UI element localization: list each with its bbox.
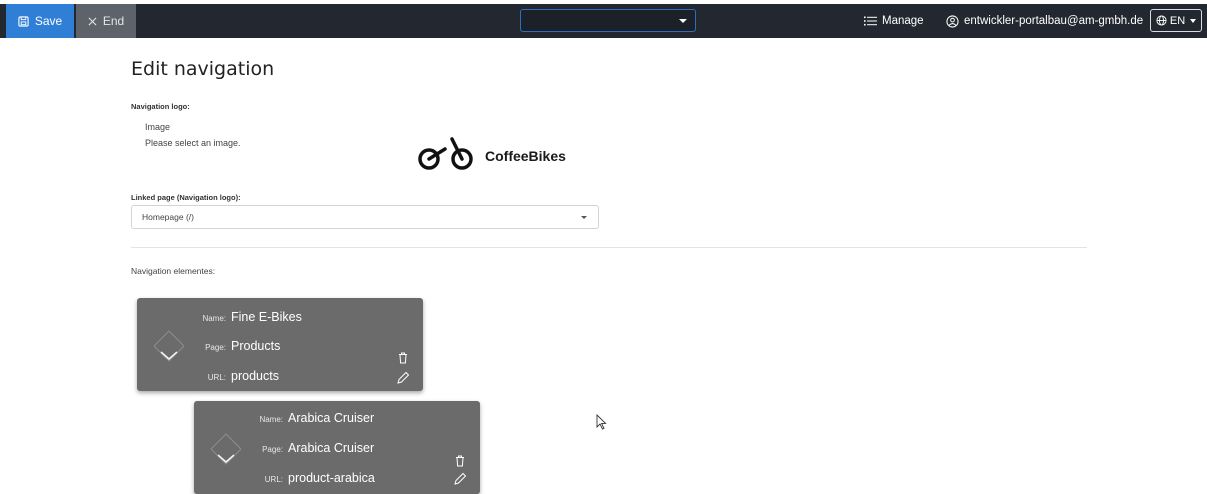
nav-name-value: Arabica Cruiser — [288, 411, 375, 425]
nav-element-card[interactable]: Name: Arabica Cruiser Page: Arabica Crui… — [194, 401, 480, 494]
end-button[interactable]: End — [76, 4, 136, 38]
language-select[interactable]: EN — [1150, 9, 1202, 32]
trash-icon[interactable] — [455, 455, 465, 467]
page-key: Page: — [262, 445, 283, 454]
user-menu[interactable]: entwickler-portalbau@am-gmbh.de — [946, 4, 1143, 38]
save-icon — [18, 15, 29, 27]
drag-handle-icon[interactable] — [151, 328, 187, 364]
page-select-dropdown[interactable] — [520, 9, 696, 32]
url-key: URL: — [207, 373, 226, 382]
logo-text: CoffeeBikes — [485, 148, 566, 164]
save-label: Save — [34, 14, 63, 28]
page-title: Edit navigation — [131, 58, 275, 80]
nav-name-value: Fine E-Bikes — [231, 310, 302, 324]
nav-element-card[interactable]: Name: Fine E-Bikes Page: Products URL: p… — [137, 298, 423, 391]
section-divider — [131, 247, 1087, 248]
linked-page-label: Linked page (Navigation logo): — [131, 193, 241, 202]
globe-icon — [1156, 15, 1167, 26]
navigation-logo-label: Navigation logo: — [131, 102, 190, 111]
chevron-down-icon — [1190, 18, 1197, 23]
user-icon — [946, 14, 959, 28]
nav-url-row: URL: products — [201, 369, 279, 383]
linked-page-select[interactable]: Homepage (/) — [131, 205, 599, 229]
image-label: Image — [145, 122, 171, 132]
nav-url-row: URL: product-arabica — [258, 471, 375, 485]
end-label: End — [102, 14, 125, 28]
nav-page-value: Products — [231, 339, 281, 353]
navigation-logo[interactable]: CoffeeBikes — [417, 136, 566, 172]
bicycle-logo-icon — [418, 137, 473, 170]
nav-url-value: products — [231, 369, 279, 383]
image-hint[interactable]: Please select an image. — [145, 138, 241, 148]
close-icon — [88, 17, 97, 25]
save-button[interactable]: Save — [6, 4, 74, 38]
manage-button[interactable]: Manage — [864, 4, 924, 38]
navigation-elements-label: Navigation elementes: — [131, 266, 216, 276]
nav-url-value: product-arabica — [288, 471, 375, 485]
pencil-icon[interactable] — [396, 371, 410, 385]
nav-page-value: Arabica Cruiser — [288, 441, 375, 455]
drag-handle-icon[interactable] — [208, 431, 244, 467]
list-icon — [864, 16, 877, 26]
language-label: EN — [1169, 14, 1186, 27]
page-key: Page: — [205, 343, 226, 352]
top-toolbar: Save End Manage entwickler-portalbau@am-… — [0, 4, 1207, 38]
nav-page-row: Page: Arabica Cruiser — [258, 441, 374, 455]
name-key: Name: — [202, 314, 226, 323]
user-email: entwickler-portalbau@am-gmbh.de — [964, 15, 1144, 27]
nav-page-row: Page: Products — [201, 339, 280, 353]
name-key: Name: — [259, 415, 283, 424]
url-key: URL: — [264, 475, 283, 484]
nav-name-row: Name: Fine E-Bikes — [201, 310, 302, 324]
pencil-icon[interactable] — [453, 472, 467, 486]
chevron-down-icon — [679, 19, 687, 23]
mouse-cursor-icon — [596, 414, 607, 430]
chevron-down-icon — [581, 216, 587, 219]
trash-icon[interactable] — [398, 352, 408, 364]
manage-label: Manage — [882, 15, 924, 27]
nav-name-row: Name: Arabica Cruiser — [258, 411, 374, 425]
linked-page-value: Homepage (/) — [142, 212, 194, 222]
